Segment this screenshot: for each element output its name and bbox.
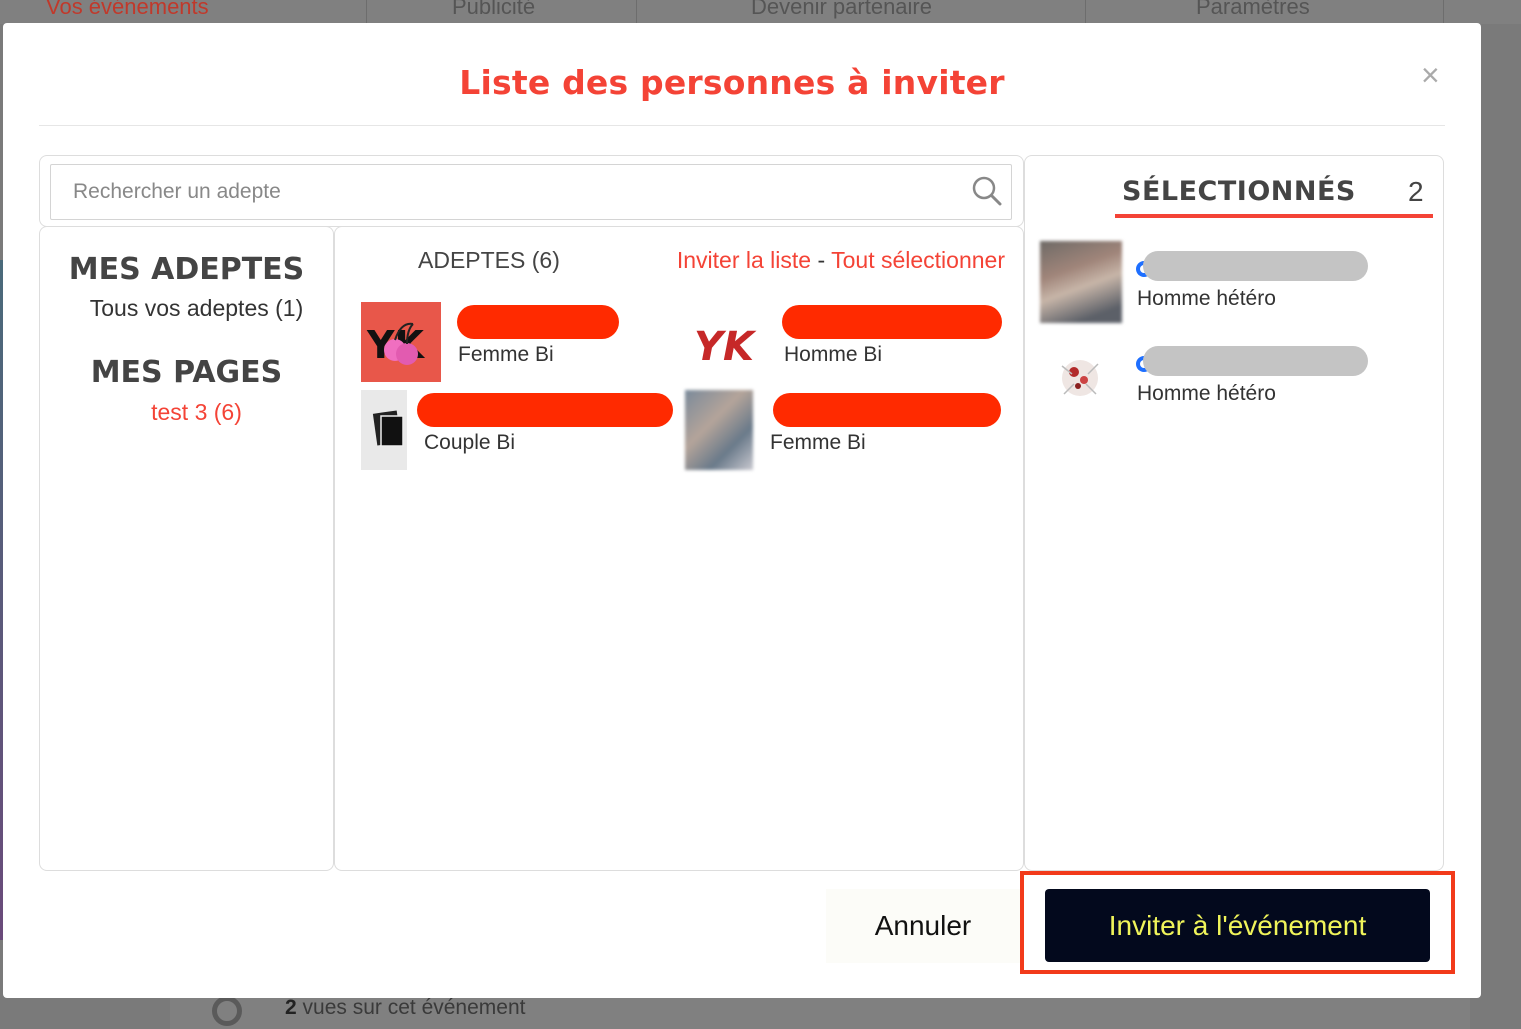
actions-separator: -	[811, 247, 832, 273]
invite-list-link[interactable]: Inviter la liste	[677, 247, 811, 273]
selected-panel: SÉLECTIONNÉS 2 Homme hétéro Homme hétéro	[1024, 155, 1444, 871]
bg-tab-divider	[636, 0, 637, 24]
avatar: YK	[361, 302, 441, 382]
redacted-name	[773, 393, 1001, 427]
select-all-link[interactable]: Tout sélectionner	[831, 247, 1005, 273]
redacted-name	[1143, 346, 1368, 376]
invite-to-event-button[interactable]: Inviter à l'événement	[1045, 889, 1430, 962]
avatar	[685, 390, 753, 470]
redacted-name	[457, 305, 619, 339]
bg-tab-divider	[1443, 0, 1444, 24]
adepts-count-header: ADEPTES (6)	[418, 247, 560, 273]
views-label: vues sur cet événement	[296, 996, 526, 1019]
adept-card[interactable]: Femme Bi	[685, 390, 1005, 470]
modal-title: Liste des personnes à inviter	[459, 63, 1005, 102]
views-text: 2 vues sur cet événement	[285, 996, 525, 1020]
bg-tab-ads: Publicité	[452, 0, 536, 19]
adept-card[interactable]: Couple Bi	[361, 390, 681, 470]
search-input[interactable]	[50, 164, 1012, 220]
all-adepts-link[interactable]: Tous vos adeptes (1)	[40, 295, 353, 322]
selected-count: 2	[1408, 176, 1424, 207]
search-box	[39, 155, 1024, 227]
avatar	[1040, 336, 1122, 418]
search-icon[interactable]	[972, 176, 1002, 206]
my-pages-title: MES PAGES	[90, 355, 283, 390]
categories-panel: MES ADEPTES Tous vos adeptes (1) MES PAG…	[39, 226, 334, 871]
bg-tab-divider	[1085, 0, 1086, 24]
adept-description: Femme Bi	[458, 343, 554, 366]
redacted-name	[782, 305, 1002, 339]
selected-item[interactable]: Homme hétéro	[1040, 336, 1380, 418]
selected-description: Homme hétéro	[1137, 287, 1276, 310]
selected-item[interactable]: Homme hétéro	[1040, 241, 1380, 323]
redacted-name	[1143, 251, 1368, 281]
bg-tab-divider	[366, 0, 367, 24]
bg-tab-events: Vos événements	[46, 0, 209, 19]
adept-card[interactable]: YK Femme Bi	[361, 302, 651, 382]
views-count: 2	[285, 996, 297, 1019]
adept-description: Femme Bi	[770, 431, 866, 454]
selected-underline	[1115, 214, 1433, 218]
adept-card[interactable]: YK Homme Bi	[690, 302, 1010, 382]
avatar: YK	[690, 302, 770, 382]
cancel-button[interactable]: Annuler	[826, 889, 1020, 963]
redacted-name	[417, 393, 673, 427]
adept-description: Homme Bi	[784, 343, 883, 366]
eye-icon	[212, 996, 242, 1026]
invite-modal: Liste des personnes à inviter × MES ADEP…	[3, 23, 1481, 998]
adepts-panel: ADEPTES (6) Inviter la liste - Tout séle…	[334, 226, 1024, 871]
avatar	[361, 390, 407, 470]
background-nav: Vos événements Publicité Devenir partena…	[0, 0, 1521, 24]
svg-text:YK: YK	[694, 324, 757, 370]
selected-title: SÉLECTIONNÉS	[1122, 176, 1356, 207]
adepts-actions: Inviter la liste - Tout sélectionner	[677, 247, 1005, 274]
divider	[39, 125, 1445, 126]
selected-description: Homme hétéro	[1137, 382, 1276, 405]
bg-tab-partner: Devenir partenaire	[751, 0, 932, 19]
my-adepts-title: MES ADEPTES	[68, 252, 305, 287]
page-item-test3[interactable]: test 3 (6)	[40, 399, 353, 426]
adept-description: Couple Bi	[424, 431, 516, 454]
close-icon[interactable]: ×	[1421, 57, 1440, 94]
avatar	[1040, 241, 1122, 323]
bg-tab-settings: Paramètres	[1196, 0, 1310, 19]
